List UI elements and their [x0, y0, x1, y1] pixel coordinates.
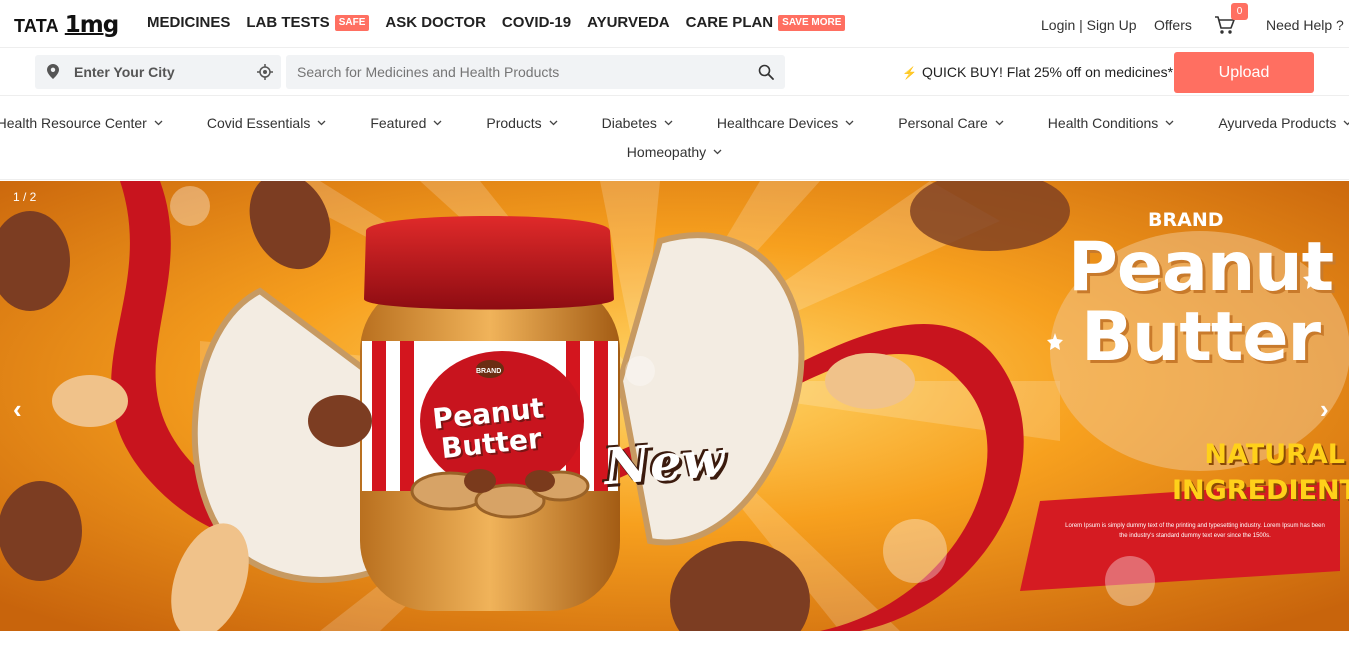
banner-fine-print: Lorem Ipsum is simply dummy text of the …	[1065, 523, 1325, 539]
save-more-badge: SAVE MORE	[778, 14, 846, 31]
banner-title: Peanut Butter	[1068, 228, 1334, 377]
chevron-down-icon	[664, 120, 673, 126]
carousel-prev-arrow-icon[interactable]: ‹	[13, 394, 22, 425]
logo-tata: TATA	[14, 16, 59, 36]
chevron-down-icon	[1165, 120, 1174, 126]
offers-link[interactable]: Offers	[1154, 17, 1192, 33]
cat-health-resource-center[interactable]: Health Resource Center	[0, 115, 163, 131]
cat-personal-care[interactable]: Personal Care	[898, 115, 1004, 131]
search-row: Enter Your City ⚡QUICK BUY! Flat 25% off…	[0, 49, 1349, 96]
search-icon[interactable]	[758, 64, 774, 85]
detect-location-icon[interactable]	[257, 64, 273, 85]
chevron-down-icon	[549, 120, 558, 126]
city-input[interactable]: Enter Your City	[74, 64, 175, 80]
logo-1mg: 1mg	[64, 12, 119, 38]
lightning-icon: ⚡	[902, 66, 917, 80]
slide-counter: 1 / 2	[13, 190, 37, 204]
jar-brand-label: BRAND	[476, 368, 502, 375]
tata-1mg-logo[interactable]: TATA 1mg	[14, 12, 119, 38]
chevron-down-icon	[317, 120, 326, 126]
cat-products[interactable]: Products	[486, 115, 558, 131]
cat-healthcare-devices[interactable]: Healthcare Devices	[717, 115, 854, 131]
search-input[interactable]	[286, 55, 726, 89]
nav-ask-doctor[interactable]: ASK DOCTOR	[385, 14, 486, 31]
carousel-next-arrow-icon[interactable]: ›	[1320, 394, 1329, 425]
nav-lab-tests[interactable]: LAB TESTS SAFE	[246, 14, 370, 31]
hero-banner-carousel[interactable]: 1 / 2 ‹ › BRAND Peanut Butter New BRAND P…	[0, 181, 1349, 631]
jar-label-title: Peanut Butter	[430, 391, 546, 466]
top-header: TATA 1mg MEDICINES LAB TESTS SAFE ASK DOC…	[0, 0, 1349, 48]
chevron-down-icon	[845, 120, 854, 126]
cart-count-badge: 0	[1231, 3, 1248, 20]
safe-badge: SAFE	[334, 14, 370, 31]
nav-medicines[interactable]: MEDICINES	[147, 14, 230, 31]
chevron-down-icon	[433, 120, 442, 126]
upload-prescription-button[interactable]: Upload	[1174, 52, 1314, 93]
chevron-down-icon	[995, 120, 1004, 126]
nav-ayurveda[interactable]: AYURVEDA	[587, 14, 670, 31]
cat-diabetes[interactable]: Diabetes	[602, 115, 673, 131]
chevron-down-icon	[713, 149, 722, 155]
new-label: New	[602, 428, 727, 497]
cat-ayurveda-products[interactable]: Ayurveda Products	[1218, 115, 1349, 131]
search-box	[286, 55, 785, 89]
location-pin-icon	[47, 64, 59, 84]
quick-buy-offer[interactable]: ⚡ QUICK BUY! Flat 25% off on medicines*	[902, 64, 1173, 80]
main-nav: MEDICINES LAB TESTS SAFE ASK DOCTOR COVID…	[147, 14, 861, 31]
chevron-down-icon	[1343, 120, 1349, 126]
chevron-down-icon	[154, 120, 163, 126]
cat-featured[interactable]: Featured	[370, 115, 442, 131]
login-signup-link[interactable]: Login | Sign Up	[1041, 17, 1136, 33]
cat-health-conditions[interactable]: Health Conditions	[1048, 115, 1175, 131]
need-help-link[interactable]: Need Help ?	[1266, 17, 1344, 33]
banner-tagline: NATURALINGREDIENTS	[1172, 439, 1349, 506]
nav-care-plan[interactable]: CARE PLAN SAVE MORE	[686, 14, 846, 31]
city-selector[interactable]: Enter Your City	[35, 55, 281, 89]
nav-covid-19[interactable]: COVID-19	[502, 14, 571, 31]
cat-covid-essentials[interactable]: Covid Essentials	[207, 115, 327, 131]
category-nav: Health Resource Center Covid Essentials …	[0, 96, 1349, 180]
cat-homeopathy[interactable]: Homeopathy	[627, 144, 722, 160]
